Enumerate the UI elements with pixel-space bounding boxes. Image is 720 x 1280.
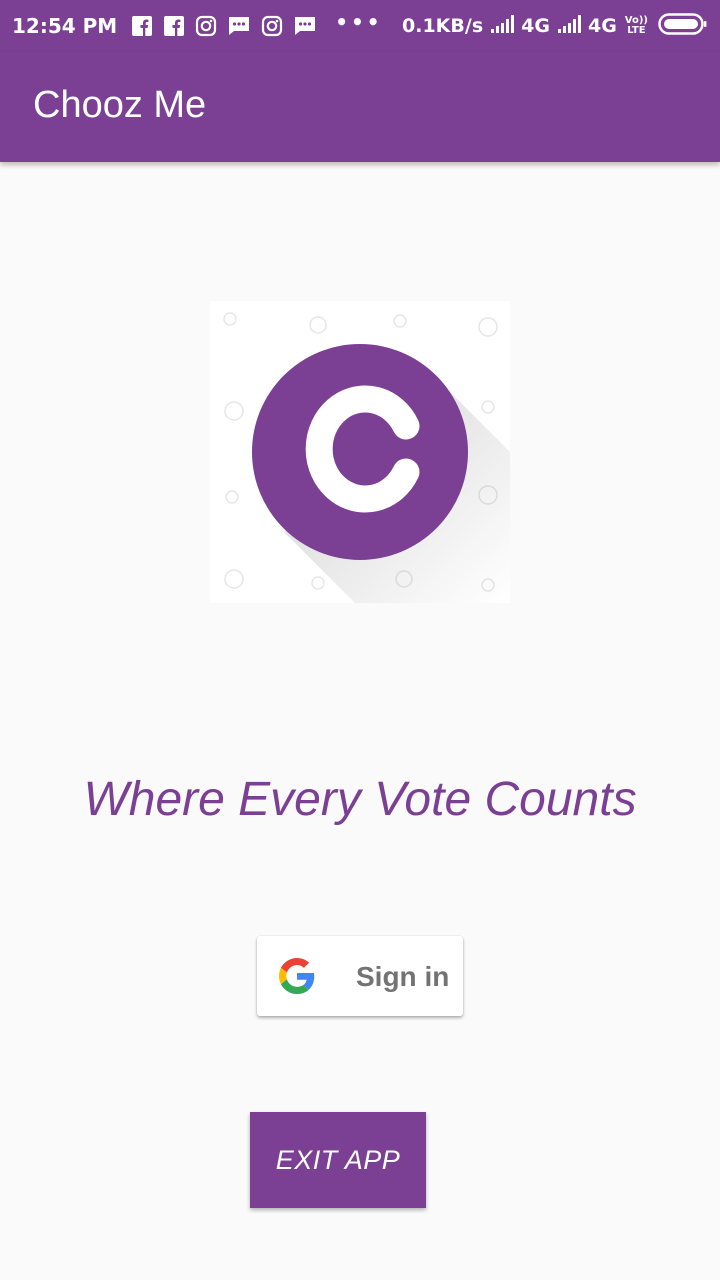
app-title: Chooz Me <box>33 84 207 126</box>
app-logo <box>210 301 510 603</box>
network-type: 4G <box>521 15 550 37</box>
instagram-icon <box>195 15 217 37</box>
status-bar: 12:54 PM ••• 0.1KB/s 4G 4G Vo)) LTE <box>0 0 720 52</box>
tagline: Where Every Vote Counts <box>83 773 637 826</box>
exit-app-button[interactable]: EXIT APP <box>250 1112 426 1208</box>
network-type: 4G <box>587 15 617 37</box>
signal-icon <box>491 14 517 38</box>
app-bar: Chooz Me <box>0 52 720 162</box>
status-time: 12:54 PM <box>12 14 118 38</box>
volte-indicator: Vo)) LTE <box>625 16 648 36</box>
message-icon <box>293 15 317 37</box>
signal-icon <box>557 14 584 38</box>
google-icon <box>279 958 315 994</box>
logo-circle <box>252 344 468 560</box>
sign-in-label: Sign in <box>356 961 450 992</box>
message-icon <box>227 15 251 37</box>
facebook-icon <box>131 15 153 37</box>
facebook-icon <box>163 15 185 37</box>
more-icon: ••• <box>335 10 383 34</box>
google-sign-in-button[interactable]: Sign in <box>257 936 463 1016</box>
instagram-icon <box>261 15 283 37</box>
battery-icon <box>658 12 708 41</box>
volte-line-2: LTE <box>627 25 646 36</box>
network-speed: 0.1KB/s <box>402 15 484 37</box>
